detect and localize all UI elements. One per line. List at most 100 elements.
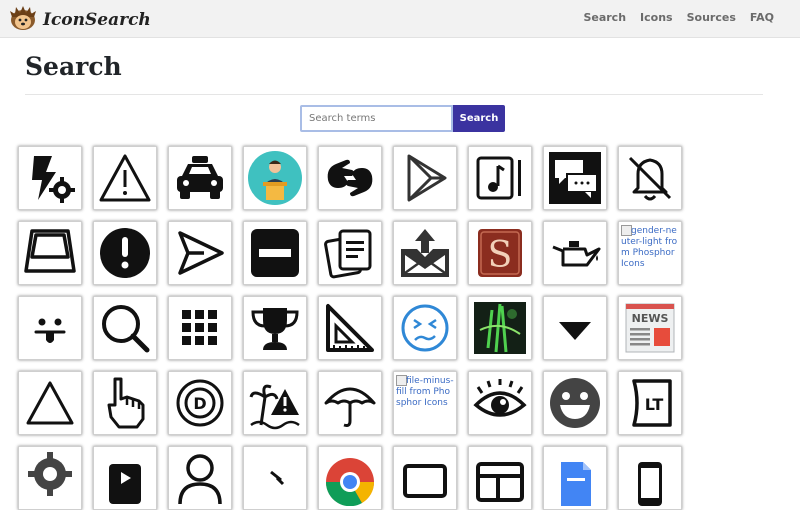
documents-icon bbox=[324, 229, 372, 279]
exclamation-circle-icon bbox=[100, 228, 150, 278]
icon-tile[interactable] bbox=[543, 146, 607, 210]
lt-badge-icon: LT bbox=[632, 379, 672, 427]
icon-tile[interactable] bbox=[543, 446, 607, 510]
magnifier-icon bbox=[102, 305, 150, 353]
icon-tile[interactable] bbox=[93, 221, 157, 285]
icon-tile[interactable] bbox=[18, 371, 82, 435]
layout-icon bbox=[476, 462, 524, 502]
icon-tile[interactable]: S bbox=[468, 221, 532, 285]
beach-warning-icon bbox=[249, 384, 300, 430]
icon-tile[interactable] bbox=[393, 221, 457, 285]
user-outline-icon bbox=[178, 454, 222, 505]
sign-language-icon bbox=[327, 159, 373, 197]
tongue-face-icon bbox=[34, 318, 66, 343]
gear-icon bbox=[28, 452, 72, 496]
phone-icon bbox=[638, 462, 662, 506]
icon-tile[interactable] bbox=[318, 146, 382, 210]
icon-tile[interactable] bbox=[18, 296, 82, 360]
icon-tile[interactable] bbox=[243, 146, 307, 210]
icon-tile[interactable] bbox=[468, 446, 532, 510]
oil-can-icon bbox=[552, 241, 601, 267]
caret-down-icon bbox=[559, 322, 591, 340]
icon-tile[interactable] bbox=[243, 296, 307, 360]
icon-row: S gender-neuter-light from Phosphor Icon… bbox=[18, 221, 693, 285]
icon-tile[interactable] bbox=[243, 221, 307, 285]
newspaper-icon: NEWS bbox=[625, 303, 675, 353]
icon-tile[interactable] bbox=[543, 221, 607, 285]
icon-row: NEWS bbox=[18, 296, 693, 360]
icon-tile[interactable] bbox=[618, 146, 682, 210]
nav-icons-link[interactable]: Icons bbox=[640, 11, 673, 24]
paper-plane-icon bbox=[178, 231, 224, 275]
icon-tile[interactable] bbox=[543, 371, 607, 435]
icon-tile[interactable] bbox=[468, 371, 532, 435]
svg-text:NEWS: NEWS bbox=[632, 312, 669, 325]
icon-tile[interactable] bbox=[543, 296, 607, 360]
icon-tile[interactable] bbox=[243, 446, 307, 510]
icon-tile[interactable] bbox=[393, 146, 457, 210]
icon-tile[interactable] bbox=[318, 221, 382, 285]
letter-d-circle-icon: D bbox=[176, 379, 224, 427]
search-form: Search bbox=[300, 105, 505, 132]
icon-tile[interactable]: NEWS bbox=[618, 296, 682, 360]
icon-tile[interactable] bbox=[468, 296, 532, 360]
icon-tile[interactable] bbox=[168, 296, 232, 360]
icon-tile[interactable] bbox=[318, 371, 382, 435]
broken-image-alt-text: file-minus-fill from Phosphor Icons bbox=[396, 376, 454, 408]
grin-face-icon bbox=[550, 378, 600, 428]
nav-links: Search Icons Sources FAQ bbox=[569, 11, 774, 24]
pointing-hand-icon bbox=[107, 377, 145, 429]
eye-icon bbox=[473, 379, 527, 417]
warning-triangle-icon bbox=[99, 154, 151, 202]
icon-tile[interactable] bbox=[93, 296, 157, 360]
icon-tile[interactable] bbox=[318, 296, 382, 360]
play-store-icon bbox=[407, 154, 447, 202]
svg-text:S: S bbox=[488, 235, 513, 276]
nav-search-link[interactable]: Search bbox=[583, 11, 626, 24]
broken-image-gender-neuter[interactable]: gender-neuter-light from Phosphor Icons bbox=[618, 221, 682, 285]
icon-tile[interactable] bbox=[93, 146, 157, 210]
nav-faq-link[interactable]: FAQ bbox=[750, 11, 774, 24]
chat-bubbles-icon bbox=[549, 152, 601, 204]
icon-tile[interactable] bbox=[93, 371, 157, 435]
icon-tile[interactable] bbox=[393, 446, 457, 510]
icon-tile[interactable]: D bbox=[168, 371, 232, 435]
minus-square-icon bbox=[251, 229, 299, 277]
icon-tile[interactable] bbox=[318, 446, 382, 510]
brand[interactable]: IconSearch bbox=[9, 5, 151, 35]
top-navbar: IconSearch Search Icons Sources FAQ bbox=[0, 0, 800, 38]
broken-image-file-minus[interactable]: file-minus-fill from Phosphor Icons bbox=[393, 371, 457, 435]
icon-tile[interactable] bbox=[618, 446, 682, 510]
icon-tile[interactable] bbox=[168, 146, 232, 210]
icon-tile[interactable] bbox=[168, 446, 232, 510]
lightning-gear-icon bbox=[32, 156, 75, 203]
keycap-icon bbox=[24, 229, 76, 273]
mail-upload-icon bbox=[401, 229, 449, 277]
music-file-icon bbox=[476, 156, 521, 200]
green-abstract-icon bbox=[474, 302, 526, 354]
divider bbox=[25, 94, 763, 95]
icon-tile[interactable] bbox=[243, 371, 307, 435]
umbrella-icon bbox=[324, 387, 376, 427]
letter-s-icon: S bbox=[478, 229, 522, 277]
icon-tile[interactable]: LT bbox=[618, 371, 682, 435]
svg-text:LT: LT bbox=[645, 395, 664, 414]
icon-tile[interactable] bbox=[393, 296, 457, 360]
play-tablet-icon bbox=[109, 464, 141, 504]
nav-sources-link[interactable]: Sources bbox=[687, 11, 736, 24]
icon-tile[interactable] bbox=[93, 446, 157, 510]
search-button[interactable]: Search bbox=[453, 105, 505, 132]
chrome-icon bbox=[325, 458, 375, 506]
icon-tile[interactable] bbox=[468, 146, 532, 210]
icon-row bbox=[18, 146, 693, 210]
icon-tile[interactable] bbox=[168, 221, 232, 285]
taxi-icon bbox=[177, 156, 223, 199]
triangle-outline-icon bbox=[26, 381, 74, 425]
icon-tile[interactable] bbox=[18, 146, 82, 210]
icon-tile[interactable] bbox=[18, 446, 82, 510]
bell-off-icon bbox=[628, 156, 672, 201]
grid-dots-icon bbox=[182, 310, 217, 345]
arrow-icon bbox=[270, 470, 285, 486]
search-input[interactable] bbox=[300, 105, 453, 132]
icon-tile[interactable] bbox=[18, 221, 82, 285]
